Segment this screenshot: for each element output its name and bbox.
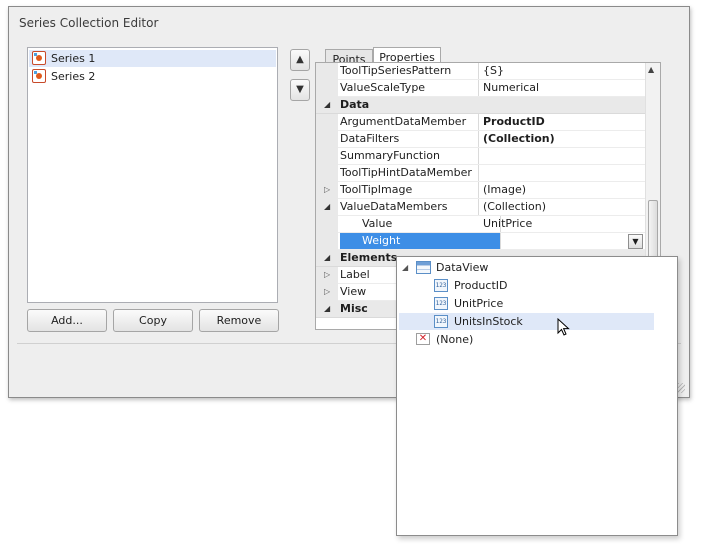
property-value[interactable]: {S} bbox=[483, 63, 643, 79]
table-icon bbox=[416, 261, 431, 274]
property-row-selected[interactable]: Weight ▼ bbox=[316, 233, 646, 250]
collapse-icon[interactable]: ◢ bbox=[324, 100, 330, 109]
tree-item-dataview[interactable]: ◢ DataView bbox=[399, 259, 675, 276]
row-gutter bbox=[316, 148, 338, 165]
remove-button[interactable]: Remove bbox=[199, 309, 279, 332]
tree-item-label: (None) bbox=[436, 333, 474, 346]
row-gutter bbox=[316, 63, 338, 80]
property-value[interactable]: UnitPrice bbox=[483, 216, 643, 232]
property-value[interactable]: Numerical bbox=[483, 80, 643, 96]
row-gutter bbox=[316, 216, 338, 233]
property-name: ToolTipImage bbox=[340, 182, 479, 198]
window-title: Series Collection Editor bbox=[19, 16, 159, 30]
property-row[interactable]: ToolTipHintDataMember bbox=[316, 165, 646, 182]
property-value[interactable]: (Image) bbox=[483, 182, 643, 198]
property-name: DataFilters bbox=[340, 131, 479, 147]
property-name: ToolTipSeriesPattern bbox=[340, 63, 479, 79]
numeric-field-icon: 123 bbox=[434, 297, 448, 310]
series-item-label: Series 2 bbox=[51, 70, 96, 83]
tree-item-label: UnitsInStock bbox=[454, 315, 523, 328]
property-row[interactable]: ▷ ToolTipImage (Image) bbox=[316, 182, 646, 199]
property-row[interactable]: DataFilters (Collection) bbox=[316, 131, 646, 148]
property-row[interactable]: ToolTipSeriesPattern {S} bbox=[316, 63, 646, 80]
property-row[interactable]: SummaryFunction bbox=[316, 148, 646, 165]
collapse-icon[interactable]: ◢ bbox=[324, 253, 330, 262]
tree-item-field[interactable]: 123 ProductID bbox=[399, 277, 675, 294]
move-down-button[interactable]: ▼ bbox=[290, 79, 310, 101]
dropdown-button[interactable]: ▼ bbox=[628, 234, 643, 249]
chevron-down-icon: ▼ bbox=[632, 237, 639, 246]
property-name: ArgumentDataMember bbox=[340, 114, 479, 130]
none-icon: ✕ bbox=[416, 333, 430, 345]
category-row-data[interactable]: ◢ Data bbox=[316, 97, 646, 114]
add-button[interactable]: Add... bbox=[27, 309, 107, 332]
series-list-item-2[interactable]: Series 2 bbox=[29, 68, 276, 85]
scroll-up-icon[interactable]: ▲ bbox=[648, 65, 654, 74]
copy-button[interactable]: Copy bbox=[113, 309, 193, 332]
property-name: Weight bbox=[340, 233, 501, 249]
series-icon bbox=[32, 69, 46, 83]
series-icon bbox=[32, 51, 46, 65]
series-list[interactable]: Series 1 Series 2 bbox=[27, 47, 278, 303]
expand-icon[interactable]: ▷ bbox=[324, 185, 330, 194]
property-row[interactable]: ValueScaleType Numerical bbox=[316, 80, 646, 97]
row-gutter: ▷ bbox=[316, 267, 338, 284]
tree-item-label: ProductID bbox=[454, 279, 508, 292]
numeric-field-icon: 123 bbox=[434, 279, 448, 292]
property-value[interactable] bbox=[483, 148, 643, 164]
tree-item-none[interactable]: ✕ (None) bbox=[399, 331, 675, 348]
expand-icon[interactable]: ▷ bbox=[324, 270, 330, 279]
property-value[interactable]: (Collection) bbox=[483, 199, 643, 215]
property-row[interactable]: Value UnitPrice bbox=[316, 216, 646, 233]
property-value[interactable] bbox=[483, 165, 643, 181]
tree-item-field[interactable]: 123 UnitPrice bbox=[399, 295, 675, 312]
expand-icon[interactable]: ▷ bbox=[324, 287, 330, 296]
series-item-label: Series 1 bbox=[51, 52, 96, 65]
property-name: ValueScaleType bbox=[340, 80, 479, 96]
series-list-item-1[interactable]: Series 1 bbox=[29, 50, 276, 67]
collapse-icon[interactable]: ◢ bbox=[324, 202, 330, 211]
row-gutter: ▷ bbox=[316, 284, 338, 301]
property-name: ValueDataMembers bbox=[340, 199, 479, 215]
row-gutter bbox=[316, 131, 338, 148]
property-value[interactable]: ProductID bbox=[483, 114, 643, 130]
property-value[interactable]: (Collection) bbox=[483, 131, 643, 147]
property-row[interactable]: ◢ ValueDataMembers (Collection) bbox=[316, 199, 646, 216]
tree-item-label: DataView bbox=[436, 261, 489, 274]
chevron-up-icon: ▲ bbox=[296, 54, 304, 65]
tree-item-field-hovered[interactable]: 123 UnitsInStock bbox=[399, 313, 654, 330]
row-gutter bbox=[316, 165, 338, 182]
property-value-editor[interactable] bbox=[483, 233, 643, 249]
row-gutter bbox=[316, 233, 338, 250]
row-gutter bbox=[316, 80, 338, 97]
row-gutter bbox=[316, 114, 338, 131]
tree-collapse-icon[interactable]: ◢ bbox=[402, 259, 408, 276]
property-name: SummaryFunction bbox=[340, 148, 479, 164]
collapse-icon[interactable]: ◢ bbox=[324, 304, 330, 313]
property-name: Value bbox=[340, 216, 501, 232]
mouse-cursor-icon bbox=[557, 318, 570, 336]
property-name: ToolTipHintDataMember bbox=[340, 165, 479, 181]
chevron-down-icon: ▼ bbox=[296, 84, 304, 95]
row-gutter: ▷ bbox=[316, 182, 338, 199]
numeric-field-icon: 123 bbox=[434, 315, 448, 328]
row-gutter: ◢ bbox=[316, 199, 338, 216]
move-up-button[interactable]: ▲ bbox=[290, 49, 310, 71]
tree-item-label: UnitPrice bbox=[454, 297, 504, 310]
property-row[interactable]: ArgumentDataMember ProductID bbox=[316, 114, 646, 131]
data-member-dropdown[interactable]: ◢ DataView 123 ProductID 123 UnitPrice 1… bbox=[396, 256, 678, 536]
category-name: Data bbox=[340, 98, 370, 111]
